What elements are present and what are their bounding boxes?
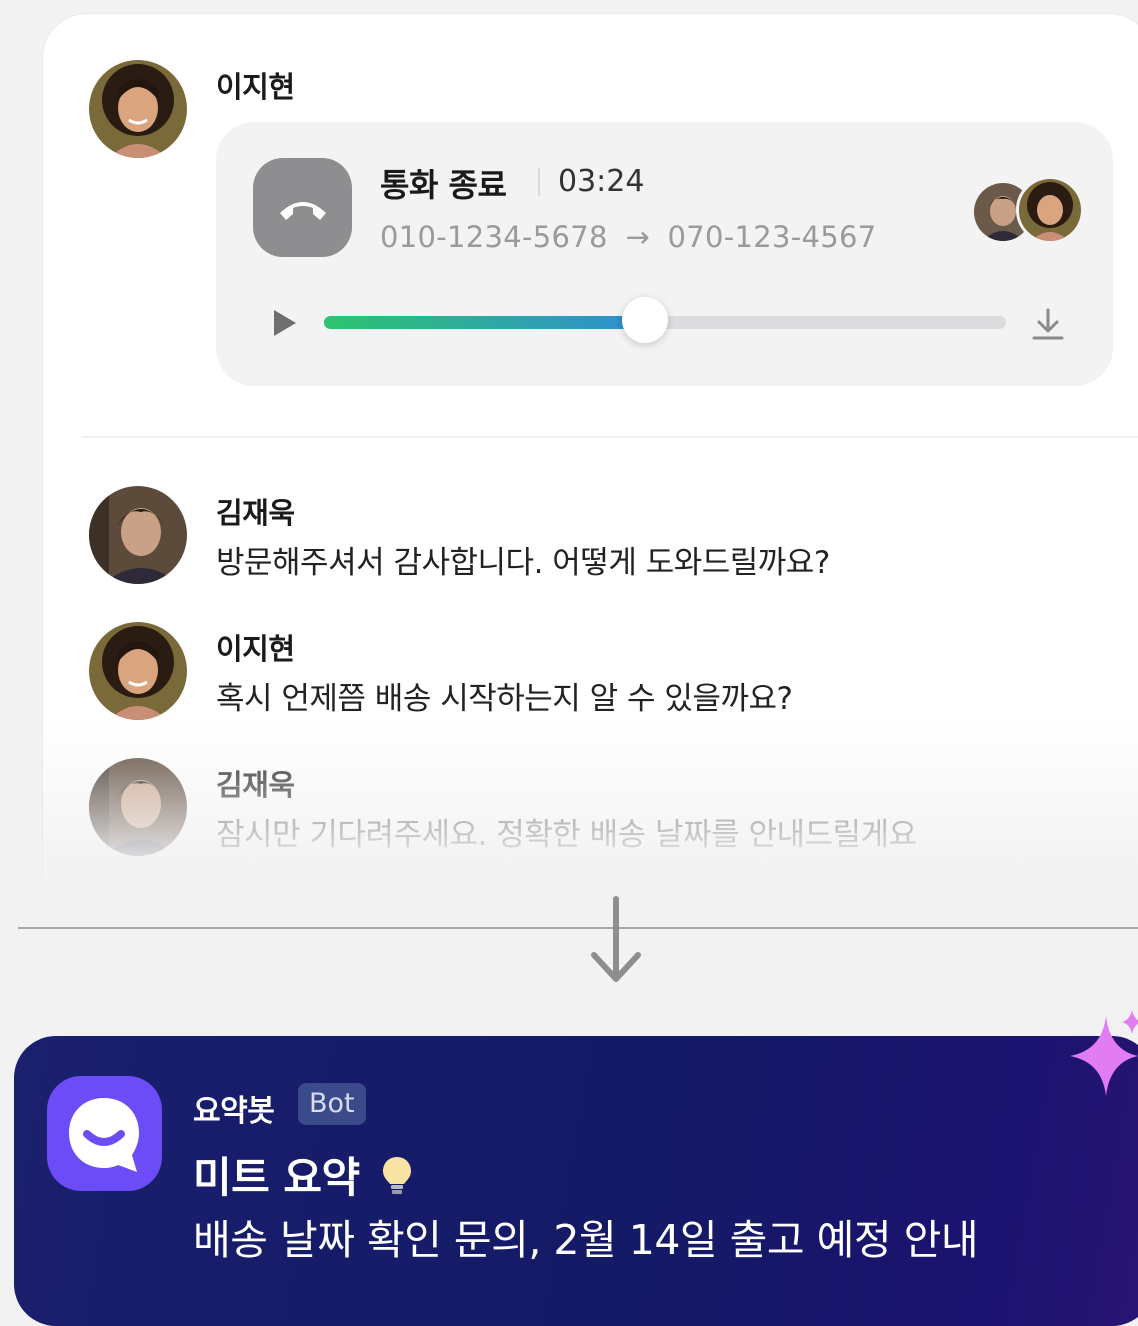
call-duration: 03:24 [558,164,645,199]
call-numbers: 010-1234-5678 → 070-123-4567 [380,220,877,254]
call-log-card [216,122,1113,386]
chat-smile-icon [69,1098,139,1172]
summary-bot-card [14,1036,1138,1326]
lightbulb-icon [382,1157,411,1194]
call-ended-icon [253,158,352,257]
avatar-jihyun [89,622,187,720]
download-icon [1032,308,1064,340]
avatar-jihyun [89,60,187,158]
sparkle-icon [1066,1010,1138,1100]
message-text: 방문해주셔서 감사합니다. 어떻게 도와드릴까요? [216,545,830,581]
download-button[interactable] [1030,306,1066,342]
summary-title-text: 미트 요약 [193,1153,360,1202]
horizontal-rule [18,927,1138,929]
divider [82,436,1138,438]
call-status: 통화 종료 [380,166,507,204]
separator [538,168,540,196]
avatar-jaewook [89,486,187,584]
message-sender: 이지현 [216,632,295,666]
message-text: 혹시 언제쯤 배송 시작하는지 알 수 있을까요? [216,681,793,717]
caller-name: 이지현 [216,70,295,104]
summary-text: 배송 날짜 확인 문의, 2월 14일 출고 예정 안내 [193,1216,979,1264]
participant-avatar-jihyun [1016,176,1084,244]
message-sender: 김재욱 [216,768,295,802]
bot-badge: Bot [298,1083,366,1125]
summary-title: 미트 요약 [193,1144,414,1205]
arrow-down-icon [588,895,644,987]
play-button[interactable] [270,307,300,339]
arrow-right-icon: → [625,220,650,254]
playback-scrubber-handle[interactable] [622,297,668,343]
avatar-jaewook [89,758,187,856]
message-sender: 김재욱 [216,496,295,530]
playback-progress-fill [324,316,665,329]
from-number: 010-1234-5678 [380,220,608,254]
summary-bot-avatar [47,1076,162,1191]
play-icon [274,310,296,336]
to-number: 070-123-4567 [667,220,877,254]
message-text: 잠시만 기다려주세요. 정확한 배송 날짜를 안내드릴게요 [216,817,917,853]
bot-name: 요약봇 [193,1094,275,1129]
